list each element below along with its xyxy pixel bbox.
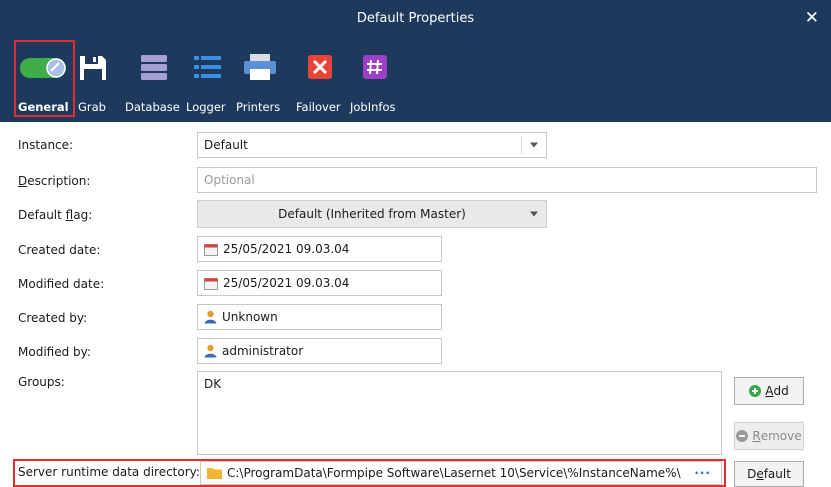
chevron-down-icon[interactable] — [530, 142, 538, 148]
toolbar-logger-button[interactable]: Logger — [186, 38, 228, 120]
plus-circle-icon — [749, 385, 762, 397]
description-placeholder: Optional — [204, 173, 255, 187]
toolbar-grab-button[interactable]: Grab — [78, 38, 108, 120]
created-date-field: 25/05/2021 09.03.04 — [197, 236, 442, 262]
floppy-disk-icon — [80, 56, 106, 80]
printer-icon — [244, 54, 276, 80]
groups-list[interactable]: DK — [197, 371, 722, 455]
created-by-value: Unknown — [222, 310, 278, 324]
description-input[interactable]: Optional — [197, 167, 817, 193]
instance-label: Instance: — [18, 138, 74, 152]
created-by-field: Unknown — [197, 304, 442, 330]
instance-value: Default — [204, 138, 248, 152]
window-title: Default Properties — [356, 11, 475, 26]
toolbar-logger-label: Logger — [186, 100, 226, 114]
failover-x-icon — [308, 55, 332, 79]
user-icon — [204, 344, 217, 358]
modified-date-label: Modified date: — [18, 277, 105, 291]
description-label: Description: — [18, 174, 91, 188]
calendar-icon — [204, 243, 218, 256]
modified-by-value: administrator — [222, 344, 304, 358]
created-date-value: 25/05/2021 09.03.04 — [223, 242, 350, 256]
toolbar-failover-label: Failover — [296, 100, 341, 114]
groups-list-item[interactable]: DK — [204, 377, 221, 391]
toolbar-database-label: Database — [125, 100, 180, 114]
toolbar-jobinfos-button[interactable]: JobInfos — [350, 38, 400, 120]
toolbar-failover-button[interactable]: Failover — [296, 38, 344, 120]
modified-by-label: Modified by: — [18, 345, 91, 359]
chevron-down-icon[interactable] — [530, 211, 538, 217]
toolbar-printers-label: Printers — [236, 100, 281, 114]
calendar-icon — [204, 277, 218, 290]
toolbar-printers-button[interactable]: Printers — [236, 38, 286, 120]
toolbar-database-button[interactable]: Database — [125, 38, 183, 120]
toggle-switch-icon — [20, 58, 66, 78]
server-dir-input[interactable]: C:\ProgramData\Formpipe Software\Laserne… — [200, 461, 722, 485]
minus-circle-icon — [736, 430, 749, 442]
list-icon — [194, 56, 221, 78]
groups-label: Groups: — [18, 375, 65, 389]
modified-date-value: 25/05/2021 09.03.04 — [223, 276, 350, 290]
default-flag-value: Default (Inherited from Master) — [278, 207, 466, 221]
toolbar-grab-label: Grab — [78, 100, 106, 114]
close-icon[interactable]: ✕ — [805, 8, 819, 28]
created-date-label: Created date: — [18, 243, 101, 257]
default-flag-label: Default flag: — [18, 208, 93, 222]
user-icon — [204, 310, 217, 324]
instance-dropdown[interactable]: Default — [197, 132, 547, 158]
add-button[interactable]: Add — [734, 377, 804, 405]
title-bar: Default Properties ✕ — [0, 0, 831, 38]
toolbar-general-button[interactable]: General — [18, 38, 74, 120]
folder-icon — [207, 467, 222, 479]
toolbar: General Grab Database Logger Printers Fa… — [0, 38, 831, 122]
server-dir-label: Server runtime data directory: — [18, 465, 200, 479]
modified-by-field: administrator — [197, 338, 442, 364]
browse-ellipsis-button[interactable]: ··· — [694, 466, 711, 480]
database-icon — [141, 55, 167, 80]
modified-date-field: 25/05/2021 09.03.04 — [197, 270, 442, 296]
toolbar-jobinfos-label: JobInfos — [350, 100, 396, 114]
default-flag-dropdown[interactable]: Default (Inherited from Master) — [197, 200, 547, 228]
hashtag-icon — [363, 55, 387, 79]
remove-button[interactable]: Remove — [734, 422, 804, 450]
server-dir-value: C:\ProgramData\Formpipe Software\Laserne… — [227, 466, 681, 480]
toolbar-general-label: General — [18, 100, 69, 114]
default-button[interactable]: De fault — [734, 461, 804, 487]
created-by-label: Created by: — [18, 311, 88, 325]
